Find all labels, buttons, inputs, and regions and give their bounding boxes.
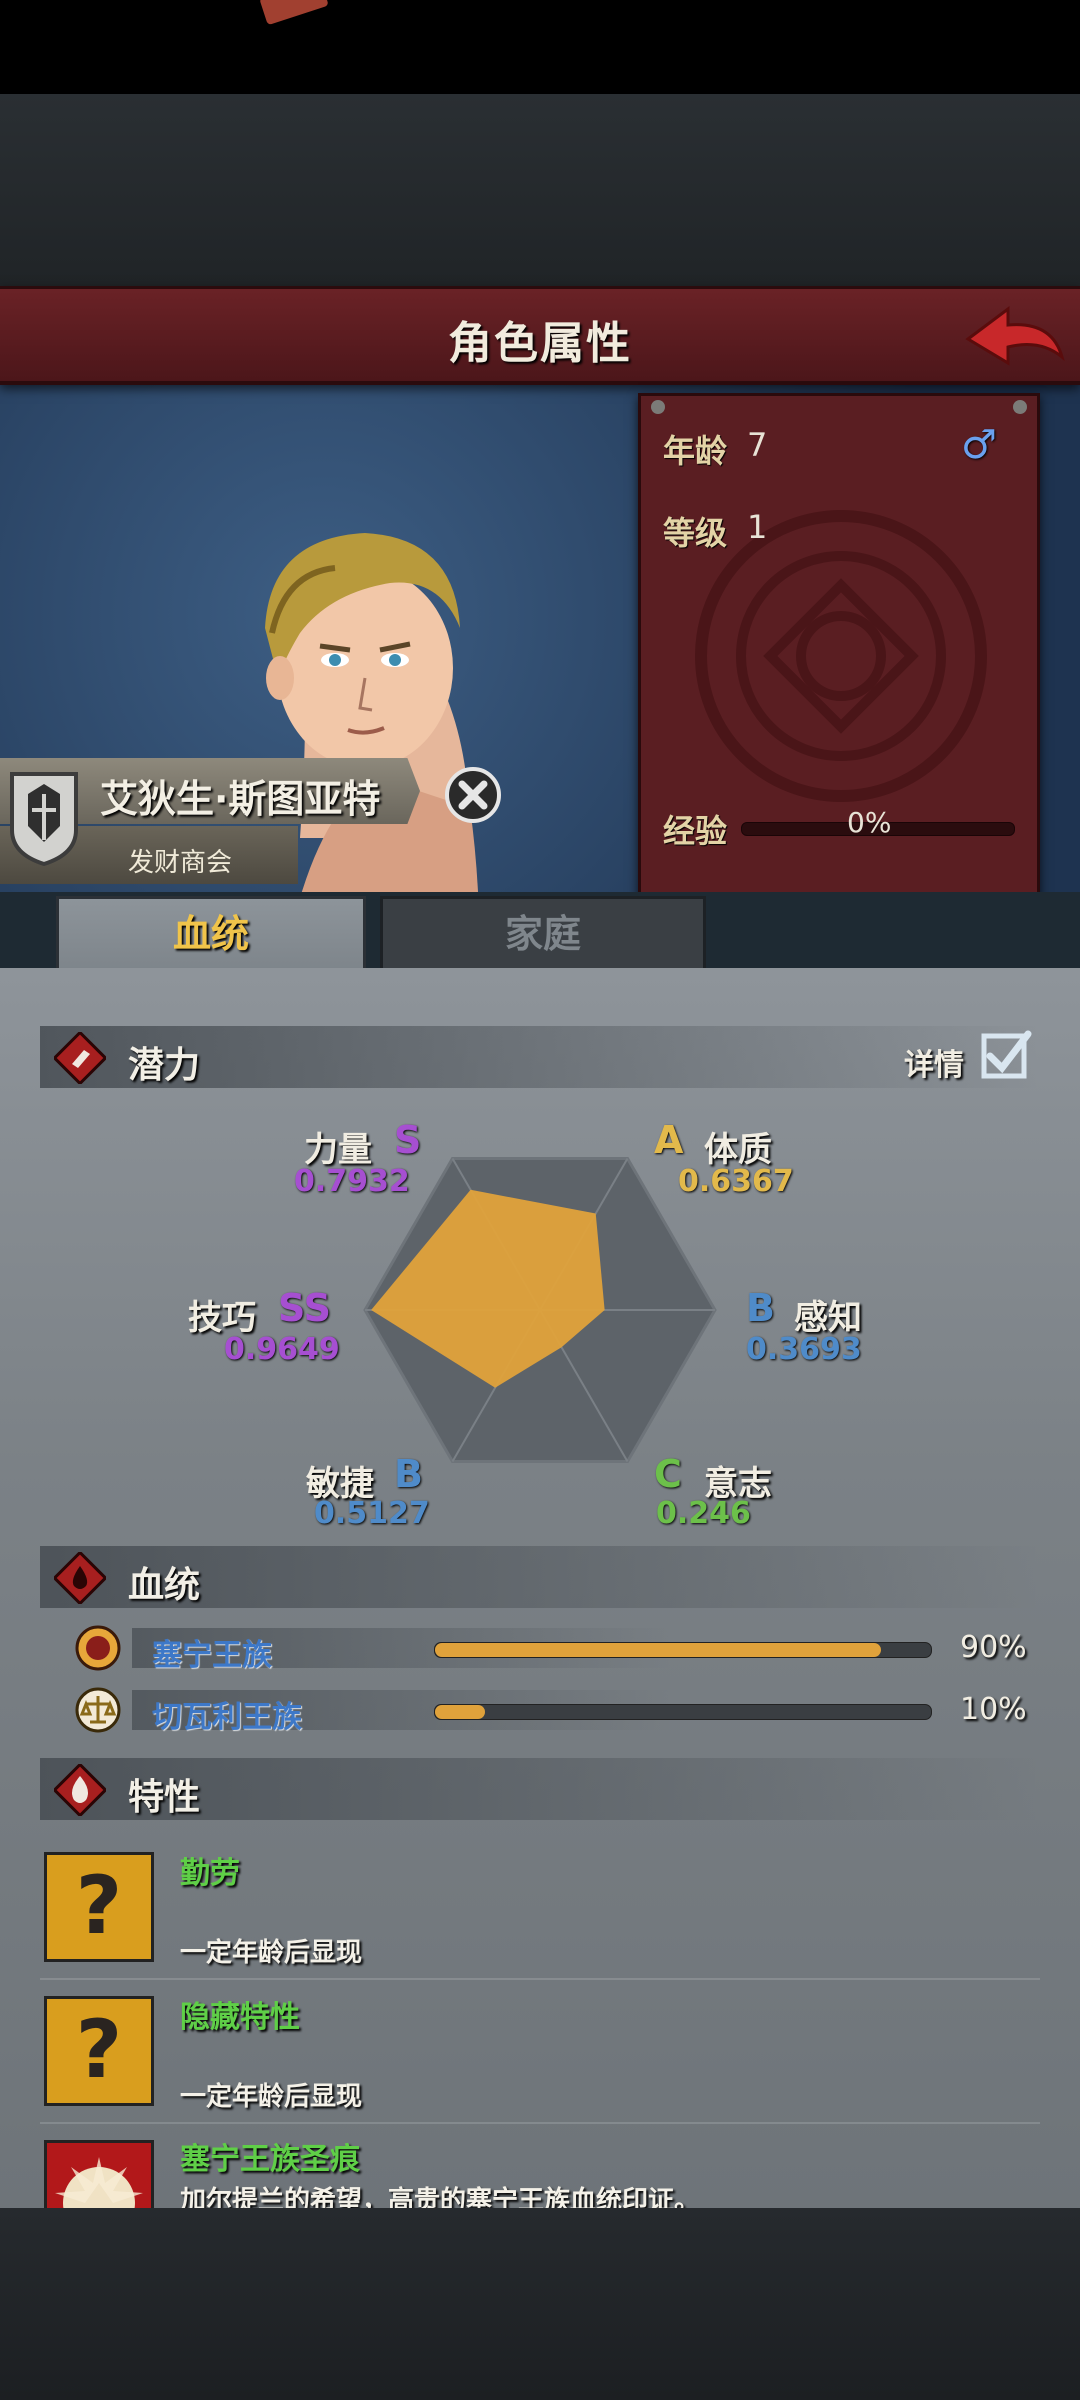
bloodline-percent: 90% — [960, 1630, 1027, 1665]
trait-name: 隐藏特性 — [180, 2000, 300, 2035]
tab-bloodline[interactable]: 血统 — [56, 896, 366, 969]
stat-panel: 年龄 7 ♂ 等级 1 经验 0% — [638, 393, 1040, 897]
bloodline-row: 切瓦利王族 10% — [74, 1687, 1034, 1735]
rivet — [1013, 400, 1027, 414]
level-label: 等级 — [663, 514, 728, 552]
attr-score-skill: 0.9649 — [224, 1332, 340, 1367]
back-button[interactable] — [960, 295, 1070, 375]
celtic-knot-emblem — [695, 510, 987, 802]
divider — [40, 1978, 1040, 1980]
unknown-question-icon: ? — [76, 1859, 122, 1952]
bloodline-bar-fill — [435, 1643, 882, 1657]
back-arrow-icon — [965, 306, 1065, 366]
guild-name: 发财商会 — [128, 848, 233, 878]
attr-score-will: 0.246 — [656, 1496, 751, 1531]
traits-flame-icon — [54, 1764, 106, 1816]
trait-desc: 一定年龄后显现 — [180, 1938, 363, 1968]
attr-grade-constitution: A — [654, 1118, 684, 1162]
bloodline-row: 塞宁王族 90% — [74, 1625, 1034, 1673]
attr-grade-skill: SS — [278, 1286, 332, 1330]
seining-royal-emblem-icon — [75, 1625, 121, 1671]
trait-desc: 一定年龄后显现 — [180, 2082, 363, 2112]
bottom-strip — [0, 2208, 1080, 2400]
trait-desc: 加尔提兰的希望，高贵的塞宁王族血统印证。 — [180, 2186, 701, 2208]
trait-item-icon[interactable]: ? — [44, 1852, 154, 1962]
blood-drop-icon — [54, 1552, 106, 1604]
exp-label: 经验 — [663, 812, 728, 850]
page-title: 角色属性 — [448, 318, 632, 369]
attr-score-agility: 0.5127 — [314, 1496, 430, 1531]
attr-score-perception: 0.3693 — [746, 1332, 862, 1367]
potential-title: 潜力 — [128, 1045, 201, 1086]
attr-grade-agility: B — [394, 1452, 423, 1496]
status-bar-area — [0, 0, 1080, 94]
svg-text:?: ? — [76, 1859, 122, 1952]
level-value: 1 — [747, 508, 768, 546]
detail-checkbox[interactable] — [980, 1030, 1032, 1080]
bloodline-bar-fill — [435, 1705, 485, 1719]
traits-title: 特性 — [128, 1777, 201, 1818]
attr-score-constitution: 0.6367 — [678, 1164, 794, 1199]
trait-item-icon[interactable] — [44, 2140, 154, 2214]
bloodline-bar — [434, 1704, 932, 1720]
tab-family[interactable]: 家庭 — [380, 896, 706, 972]
header-bar: 角色属性 — [0, 286, 1080, 385]
age-value: 7 — [747, 426, 768, 464]
rivet — [651, 400, 665, 414]
scales-emblem-icon — [75, 1687, 121, 1733]
attr-grade-will: C — [654, 1452, 682, 1496]
close-icon — [445, 767, 501, 823]
bloodline-name: 塞宁王族 — [152, 1638, 272, 1673]
trait-name: 塞宁王族圣痕 — [180, 2142, 360, 2177]
age-label: 年龄 — [663, 432, 728, 470]
attr-grade-strength: S — [394, 1118, 422, 1162]
attr-score-strength: 0.7932 — [294, 1164, 410, 1199]
exp-percent: 0% — [847, 806, 892, 839]
detail-label: 详情 — [904, 1048, 964, 1083]
divider — [40, 2122, 1040, 2124]
bloodline-percent: 10% — [960, 1692, 1027, 1727]
house-crest-icon — [8, 770, 80, 867]
dismiss-button[interactable] — [444, 766, 502, 824]
top-strip — [0, 94, 1080, 286]
bloodline-title: 血统 — [128, 1565, 201, 1606]
bloodline-name: 切瓦利王族 — [152, 1700, 302, 1735]
male-gender-icon: ♂ — [961, 422, 997, 468]
unknown-question-icon: ? — [76, 2003, 122, 2096]
svg-text:?: ? — [76, 2003, 122, 2096]
holy-mark-icon — [55, 2157, 143, 2211]
bloodline-bar — [434, 1642, 932, 1658]
attr-grade-perception: B — [746, 1286, 775, 1330]
character-name: 艾狄生·斯图亚特 — [100, 777, 381, 821]
trait-item-icon[interactable]: ? — [44, 1996, 154, 2106]
trait-name: 勤劳 — [180, 1856, 240, 1891]
checkmark-icon — [981, 1030, 1032, 1079]
potential-icon — [54, 1032, 106, 1084]
